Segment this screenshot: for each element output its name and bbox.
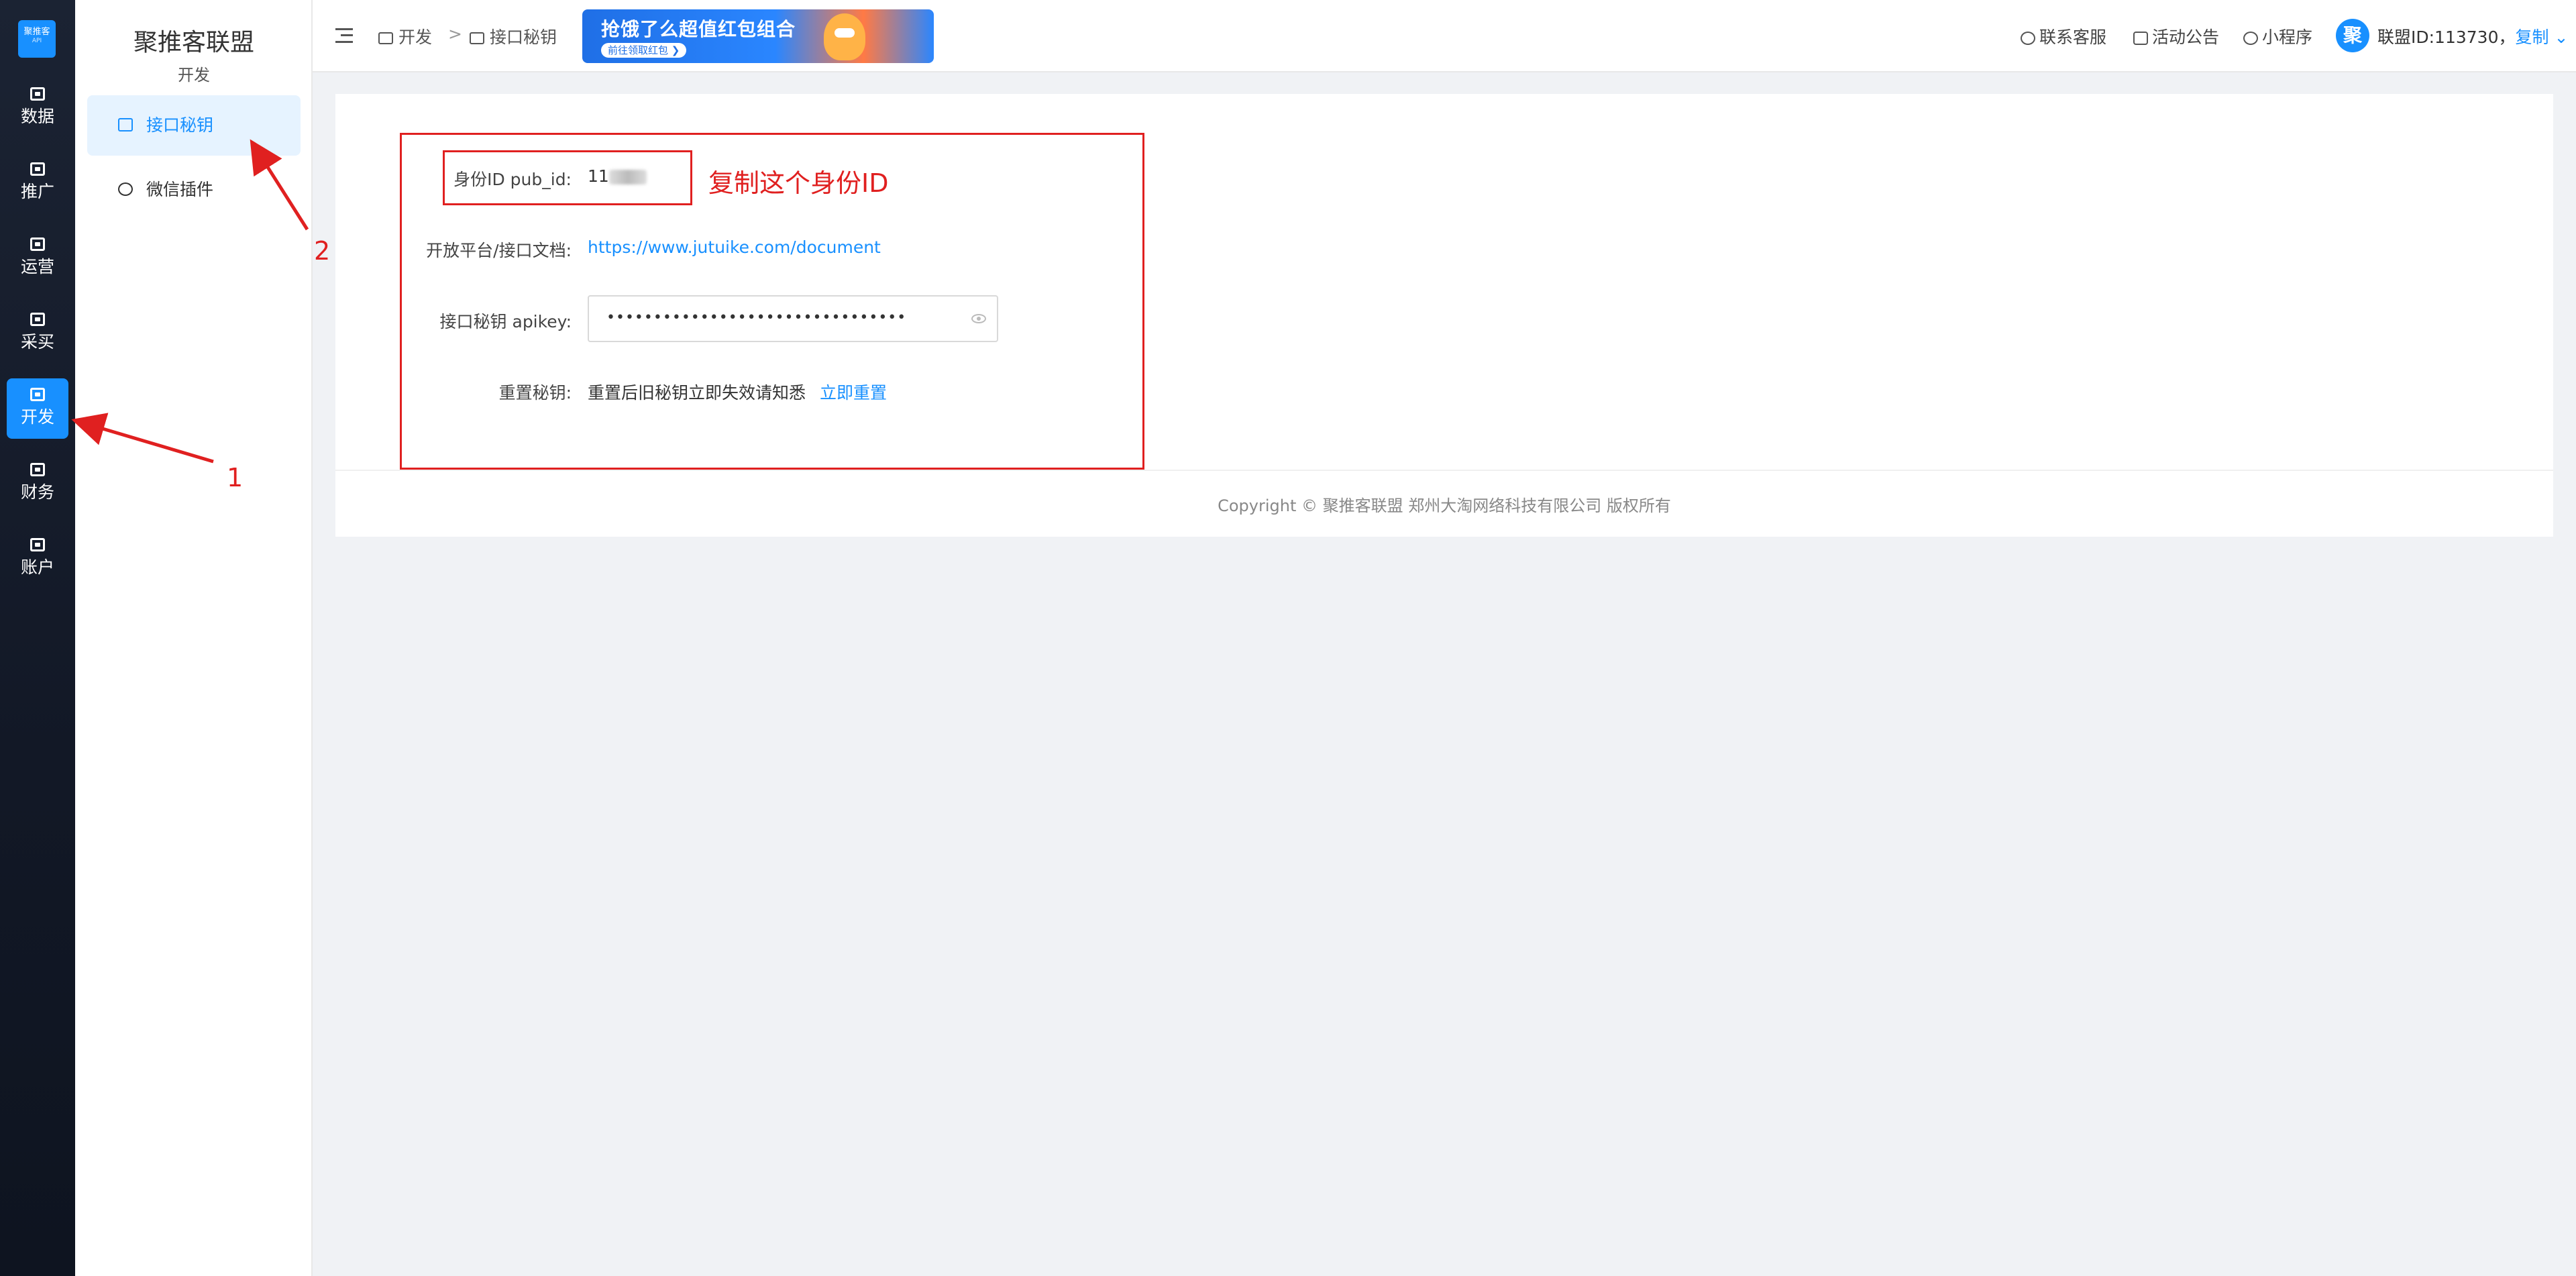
divider (335, 470, 2553, 471)
sidebar-title: 聚推客联盟 (133, 29, 254, 56)
breadcrumb-item-api-key[interactable]: 接口秘钥 (470, 24, 557, 48)
mail-icon (2133, 32, 2148, 45)
menu-collapse-icon[interactable] (335, 28, 353, 43)
sidebar-item-api-key[interactable]: 接口秘钥 (87, 95, 301, 156)
promo-banner[interactable]: 抢饿了么超值红包组合 前往领取红包 ❯ (582, 9, 934, 63)
rail-item-finance[interactable]: 财务 (7, 454, 68, 514)
code-icon (470, 32, 484, 44)
annotation-copy-hint: 复制这个身份ID (708, 168, 889, 198)
code-icon (378, 32, 393, 44)
rail-item-promote[interactable]: 推广 (7, 153, 68, 213)
annotation-marker-1: 1 (227, 463, 244, 492)
chart-icon (30, 87, 45, 101)
union-id: 联盟ID:113730，复制 ⌄ (2377, 28, 2569, 47)
compass-icon (118, 182, 133, 196)
breadcrumb-separator: > (448, 24, 462, 44)
rail-item-purchase[interactable]: 采买 (7, 303, 68, 364)
contact-support-link[interactable]: 联系客服 (2021, 24, 2106, 48)
main-rail: 聚推客 API 数据 推广 运营 采买 开发 财务 账户 (0, 0, 75, 1276)
rail-item-data[interactable]: 数据 (7, 78, 68, 138)
top-header: 开发 > 接口秘钥 抢饿了么超值红包组合 前往领取红包 ❯ 联系客服 活动公告 … (313, 0, 2576, 72)
briefcase-icon (30, 162, 45, 176)
annotation-id-box (443, 150, 692, 205)
cart-icon (30, 313, 45, 326)
annotation-marker-2: 2 (314, 236, 331, 266)
app-logo[interactable]: 聚推客 API (18, 20, 56, 58)
copy-union-id-button[interactable]: 复制 (2515, 28, 2548, 47)
wallet-icon (30, 463, 45, 476)
chevron-down-icon[interactable]: ⌄ (2554, 28, 2568, 47)
avatar[interactable]: 聚 (2336, 19, 2369, 52)
user-card-icon (30, 538, 45, 551)
sidebar-subtitle: 开发 (178, 66, 210, 85)
code-icon (30, 388, 45, 401)
mascot-image (824, 13, 865, 60)
banner-title: 抢饿了么超值红包组合 (601, 18, 796, 40)
banner-cta: 前往领取红包 ❯ (601, 43, 687, 58)
mini-program-icon (2243, 32, 2258, 45)
rail-item-develop[interactable]: 开发 (7, 378, 68, 439)
headset-icon (2021, 32, 2035, 45)
copyright-footer: Copyright © 聚推客联盟 郑州大淘网络科技有限公司 版权所有 (1218, 496, 1671, 515)
sidebar-item-wechat-plugin[interactable]: 微信插件 (87, 160, 301, 220)
mini-program-link[interactable]: 小程序 (2243, 24, 2312, 48)
bag-icon (30, 237, 45, 251)
secondary-sidebar: 聚推客联盟 开发 接口秘钥 微信插件 (75, 0, 313, 1276)
rail-item-account[interactable]: 账户 (7, 529, 68, 589)
code-icon (118, 118, 133, 131)
announcements-link[interactable]: 活动公告 (2133, 24, 2219, 48)
rail-item-operation[interactable]: 运营 (7, 228, 68, 288)
breadcrumb-item-develop[interactable]: 开发 (378, 24, 432, 48)
